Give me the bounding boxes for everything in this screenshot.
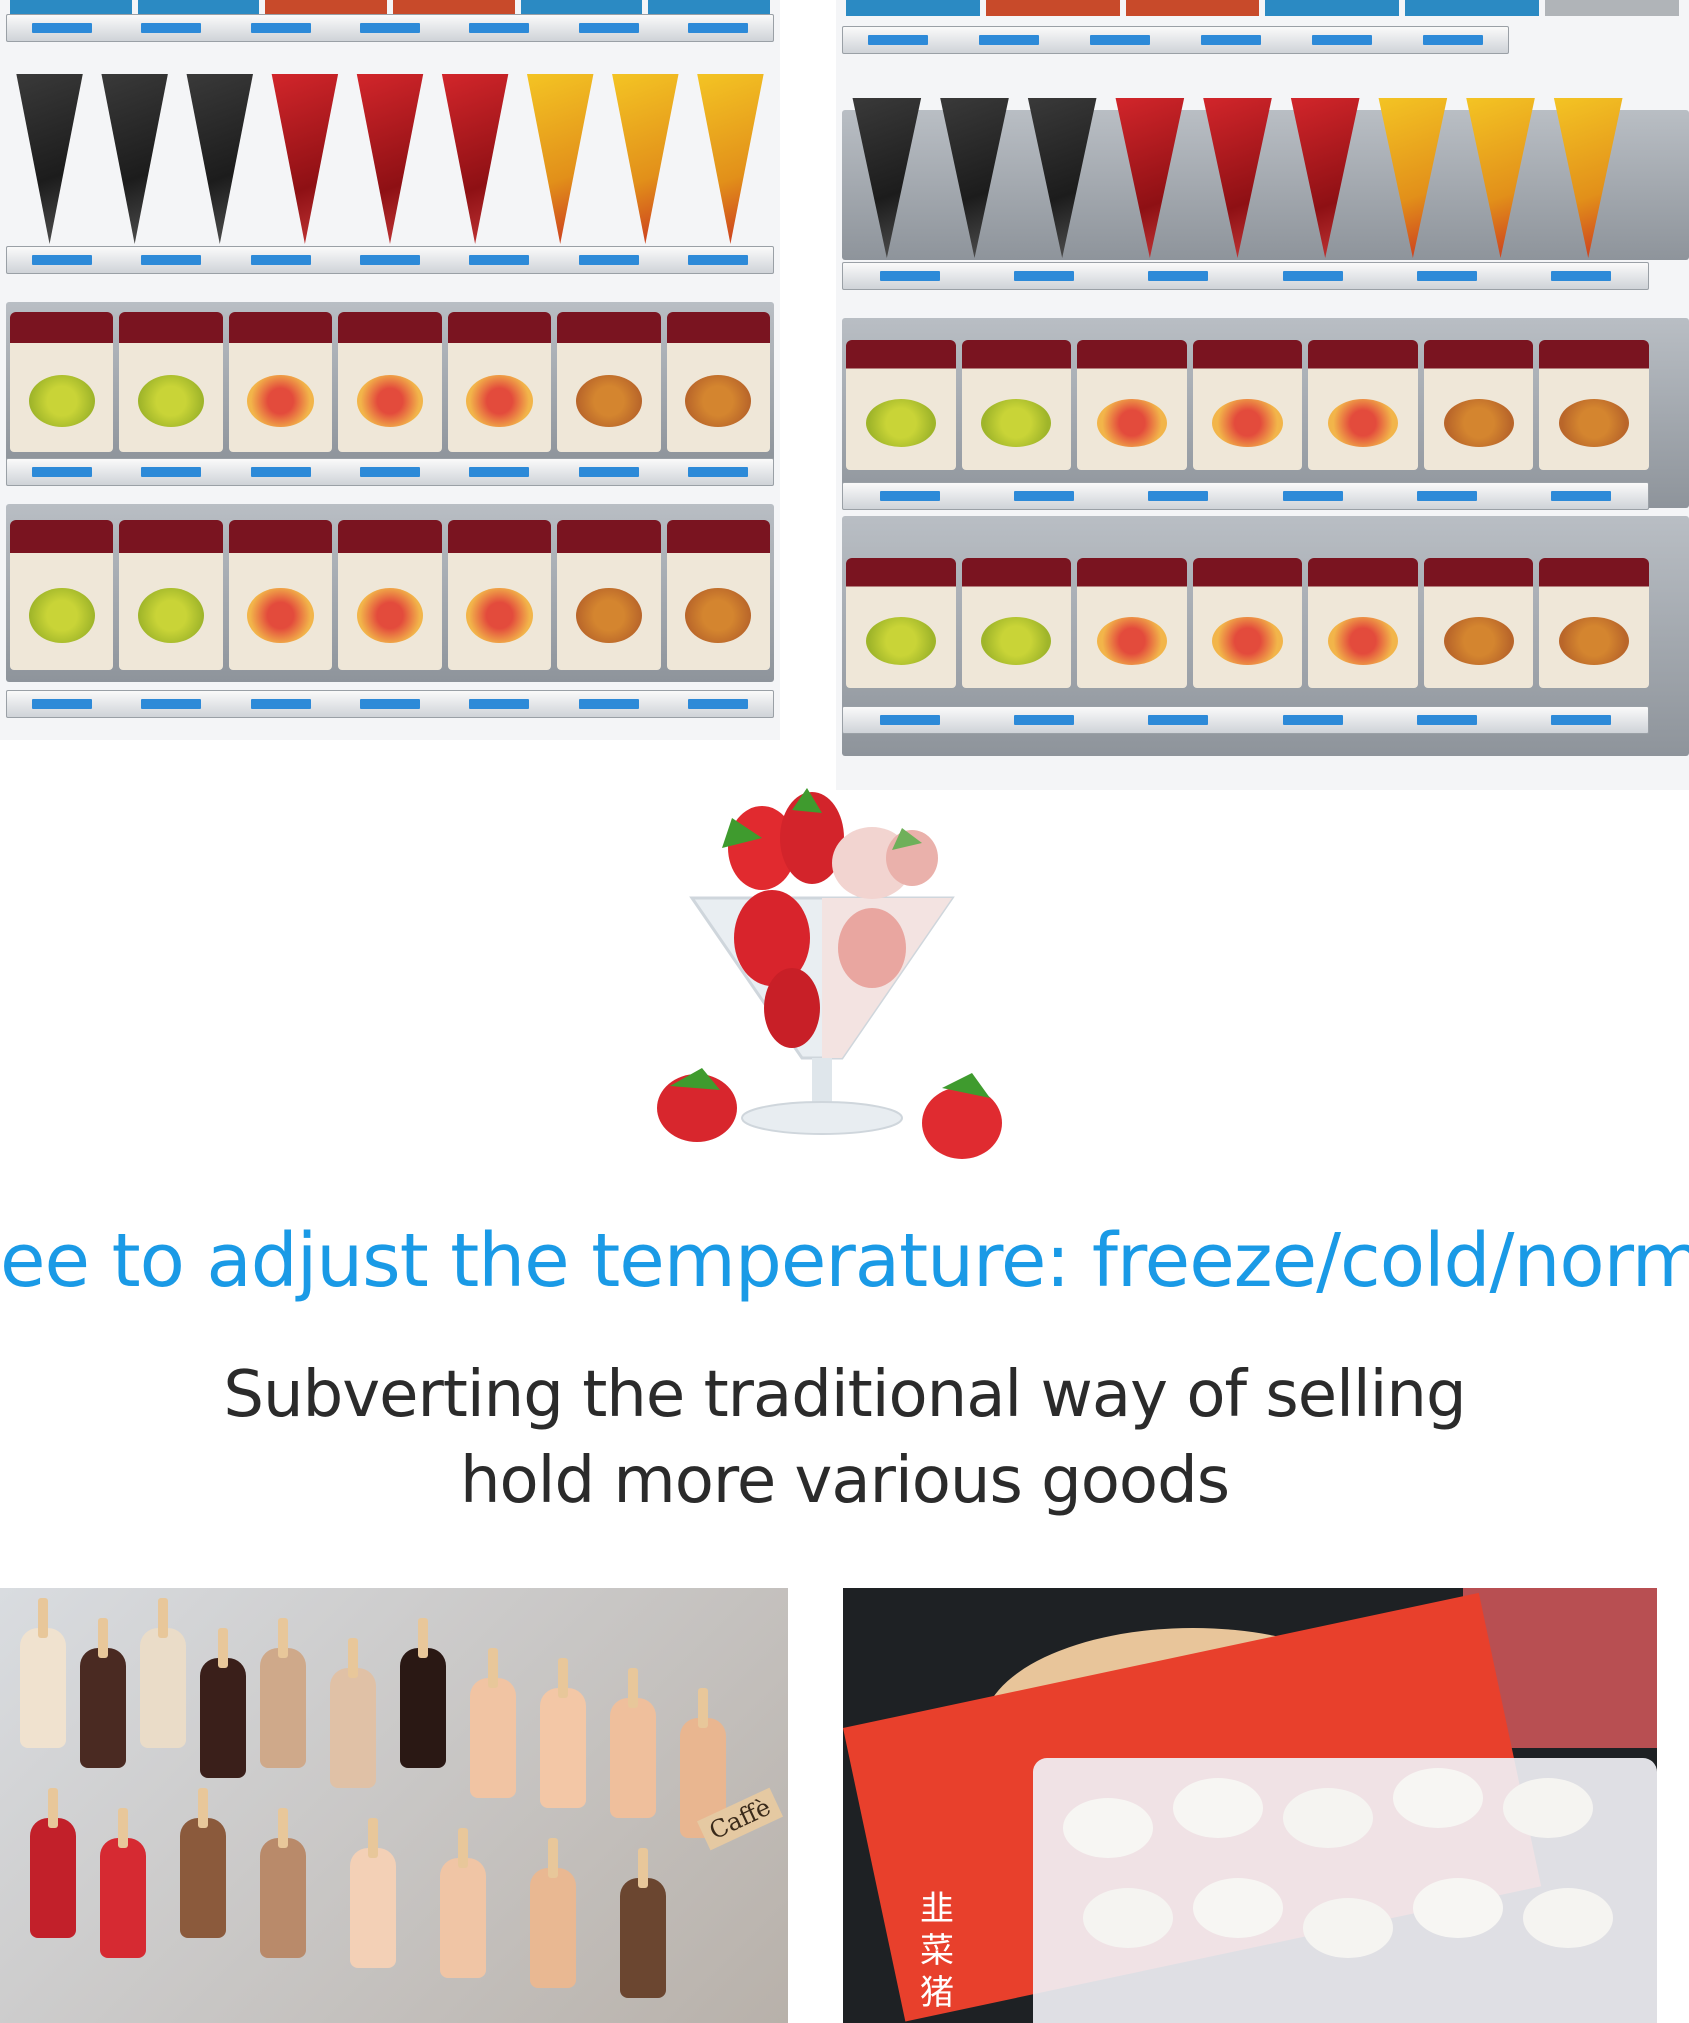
cone-row xyxy=(846,88,1629,258)
price-rail xyxy=(842,482,1649,510)
temperature-headline: ee to adjust the temperature: freeze/col… xyxy=(0,1218,1689,1304)
cup-row-1 xyxy=(846,330,1650,470)
strawberry-sundae-image xyxy=(657,788,1002,1159)
price-rail xyxy=(6,690,774,718)
price-rail xyxy=(6,246,774,274)
cup-row-2 xyxy=(846,548,1650,688)
price-rail xyxy=(842,706,1649,734)
price-rail xyxy=(842,262,1649,290)
subheading-line-1: Subverting the traditional way of sellin… xyxy=(223,1358,1466,1432)
shelf-image-front xyxy=(0,0,780,740)
cone-row xyxy=(10,74,770,244)
top-shelf-partial xyxy=(846,0,1679,16)
package-label: 韭 菜 猪 xyxy=(920,1889,954,2013)
frozen-dumplings-image: 韭 菜 猪 xyxy=(843,1588,1657,2023)
price-rail xyxy=(6,458,774,486)
cup-row-2 xyxy=(10,520,770,670)
price-rail xyxy=(6,14,774,42)
ice-cream-bars-image: Caffè xyxy=(0,1588,788,2023)
price-rail xyxy=(842,26,1509,54)
cup-row-1 xyxy=(10,312,770,452)
shelf-image-angled xyxy=(836,0,1689,790)
subheading-line-2: hold more various goods xyxy=(459,1444,1230,1518)
